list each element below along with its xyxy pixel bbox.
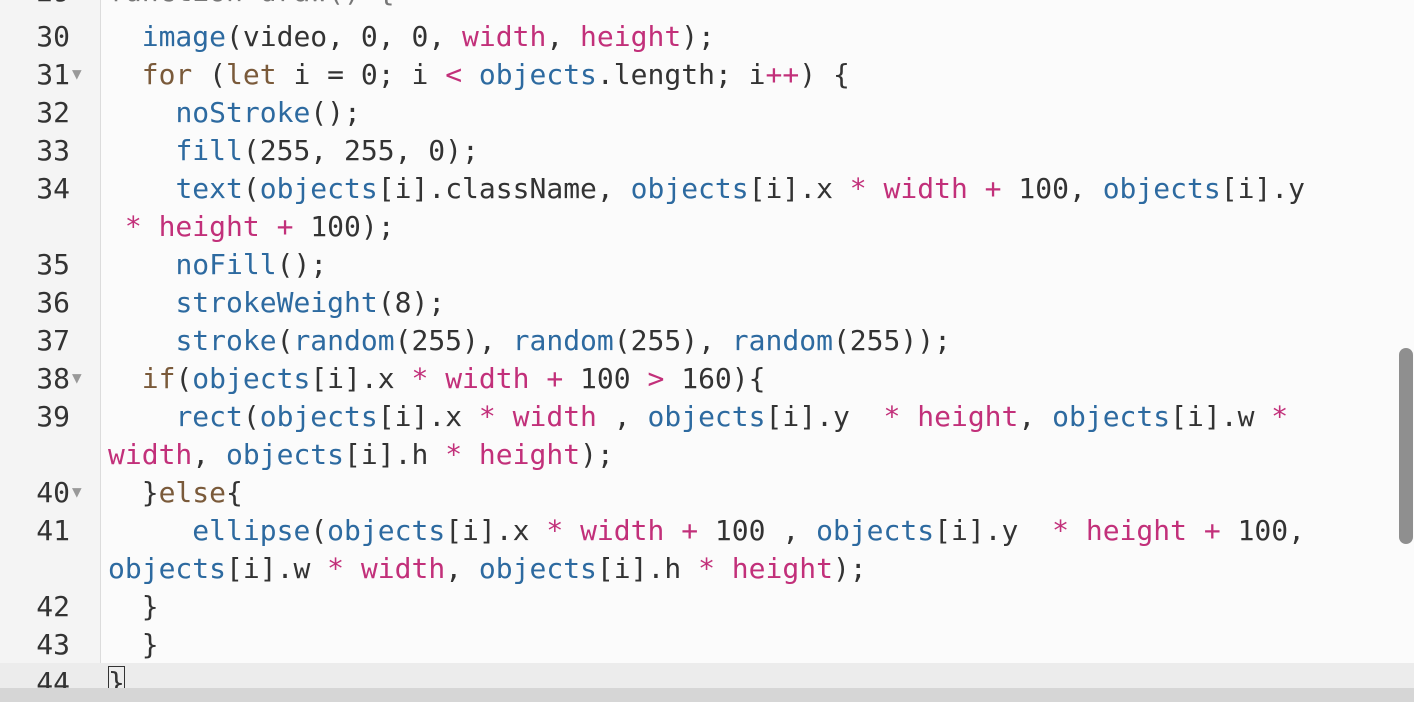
code-text[interactable]: objects[i].w * width, objects[i].h * hei… (108, 550, 867, 588)
code-text[interactable]: strokeWeight(8); (108, 284, 445, 322)
code-line[interactable]: 39 rect(objects[i].x * width , objects[i… (0, 398, 1414, 436)
line-number: 40 (36, 476, 70, 509)
line-number: 41 (36, 514, 70, 547)
line-number: 34 (36, 172, 70, 205)
line-number: 31 (36, 58, 70, 91)
code-line[interactable]: 40 ▼ }else{ (0, 474, 1414, 512)
code-text[interactable]: if(objects[i].x * width + 100 > 160){ (108, 360, 766, 398)
code-text[interactable]: noStroke(); (108, 94, 360, 132)
code-text[interactable]: for (let i = 0; i < objects.length; i++)… (108, 56, 850, 94)
line-number: 38 (36, 362, 70, 395)
line-number: 39 (36, 400, 70, 433)
line-number: 43 (36, 628, 70, 661)
code-text[interactable]: width, objects[i].h * height); (108, 436, 614, 474)
code-editor[interactable]: 29 function draw() { 30 image(video, 0, … (0, 0, 1414, 702)
code-line[interactable]: 31 ▼ for (let i = 0; i < objects.length; … (0, 56, 1414, 94)
code-text[interactable]: } (108, 588, 159, 626)
code-text[interactable]: } (108, 626, 159, 664)
code-text[interactable]: noFill(); (108, 246, 327, 284)
code-line[interactable]: 37 stroke(random(255), random(255), rand… (0, 322, 1414, 360)
line-number: 36 (36, 286, 70, 319)
horizontal-scrollbar[interactable] (0, 688, 1414, 702)
line-number: 42 (36, 590, 70, 623)
fold-triangle-icon[interactable]: ▼ (72, 360, 82, 396)
code-line[interactable]: 41 ellipse(objects[i].x * width + 100 , … (0, 512, 1414, 550)
code-text[interactable]: }else{ (108, 474, 243, 512)
fold-triangle-icon[interactable]: ▼ (72, 474, 82, 510)
code-line[interactable]: 38 ▼ if(objects[i].x * width + 100 > 160)… (0, 360, 1414, 398)
line-number: 29 (0, 0, 70, 11)
code-text[interactable]: ellipse(objects[i].x * width + 100 , obj… (108, 512, 1305, 550)
partial-code-line[interactable]: function draw() { (108, 0, 395, 11)
code-line[interactable]: width, objects[i].h * height); (0, 436, 1414, 474)
line-number: 37 (36, 324, 70, 357)
fold-triangle-icon[interactable]: ▼ (72, 56, 82, 92)
code-text[interactable]: rect(objects[i].x * width , objects[i].y… (108, 398, 1288, 436)
code-line[interactable]: 32 noStroke(); (0, 94, 1414, 132)
code-line[interactable]: * height + 100); (0, 208, 1414, 246)
code-text[interactable]: stroke(random(255), random(255), random(… (108, 322, 951, 360)
code-line[interactable]: 42 } (0, 588, 1414, 626)
code-text[interactable]: image(video, 0, 0, width, height); (108, 18, 715, 56)
code-line[interactable]: objects[i].w * width, objects[i].h * hei… (0, 550, 1414, 588)
code-line[interactable]: 30 image(video, 0, 0, width, height); (0, 18, 1414, 56)
line-number: 33 (36, 134, 70, 167)
line-number: 32 (36, 96, 70, 129)
code-line[interactable]: 43 } (0, 626, 1414, 664)
code-text[interactable]: text(objects[i].className, objects[i].x … (108, 170, 1305, 208)
line-number: 35 (36, 248, 70, 281)
code-line[interactable]: 36 strokeWeight(8); (0, 284, 1414, 322)
code-line[interactable]: 34 text(objects[i].className, objects[i]… (0, 170, 1414, 208)
code-line[interactable]: 35 noFill(); (0, 246, 1414, 284)
code-text[interactable]: * height + 100); (108, 208, 395, 246)
code-text[interactable]: fill(255, 255, 0); (108, 132, 478, 170)
vertical-scrollbar-thumb[interactable] (1399, 348, 1413, 544)
code-line[interactable]: 33 fill(255, 255, 0); (0, 132, 1414, 170)
line-number: 30 (36, 20, 70, 53)
